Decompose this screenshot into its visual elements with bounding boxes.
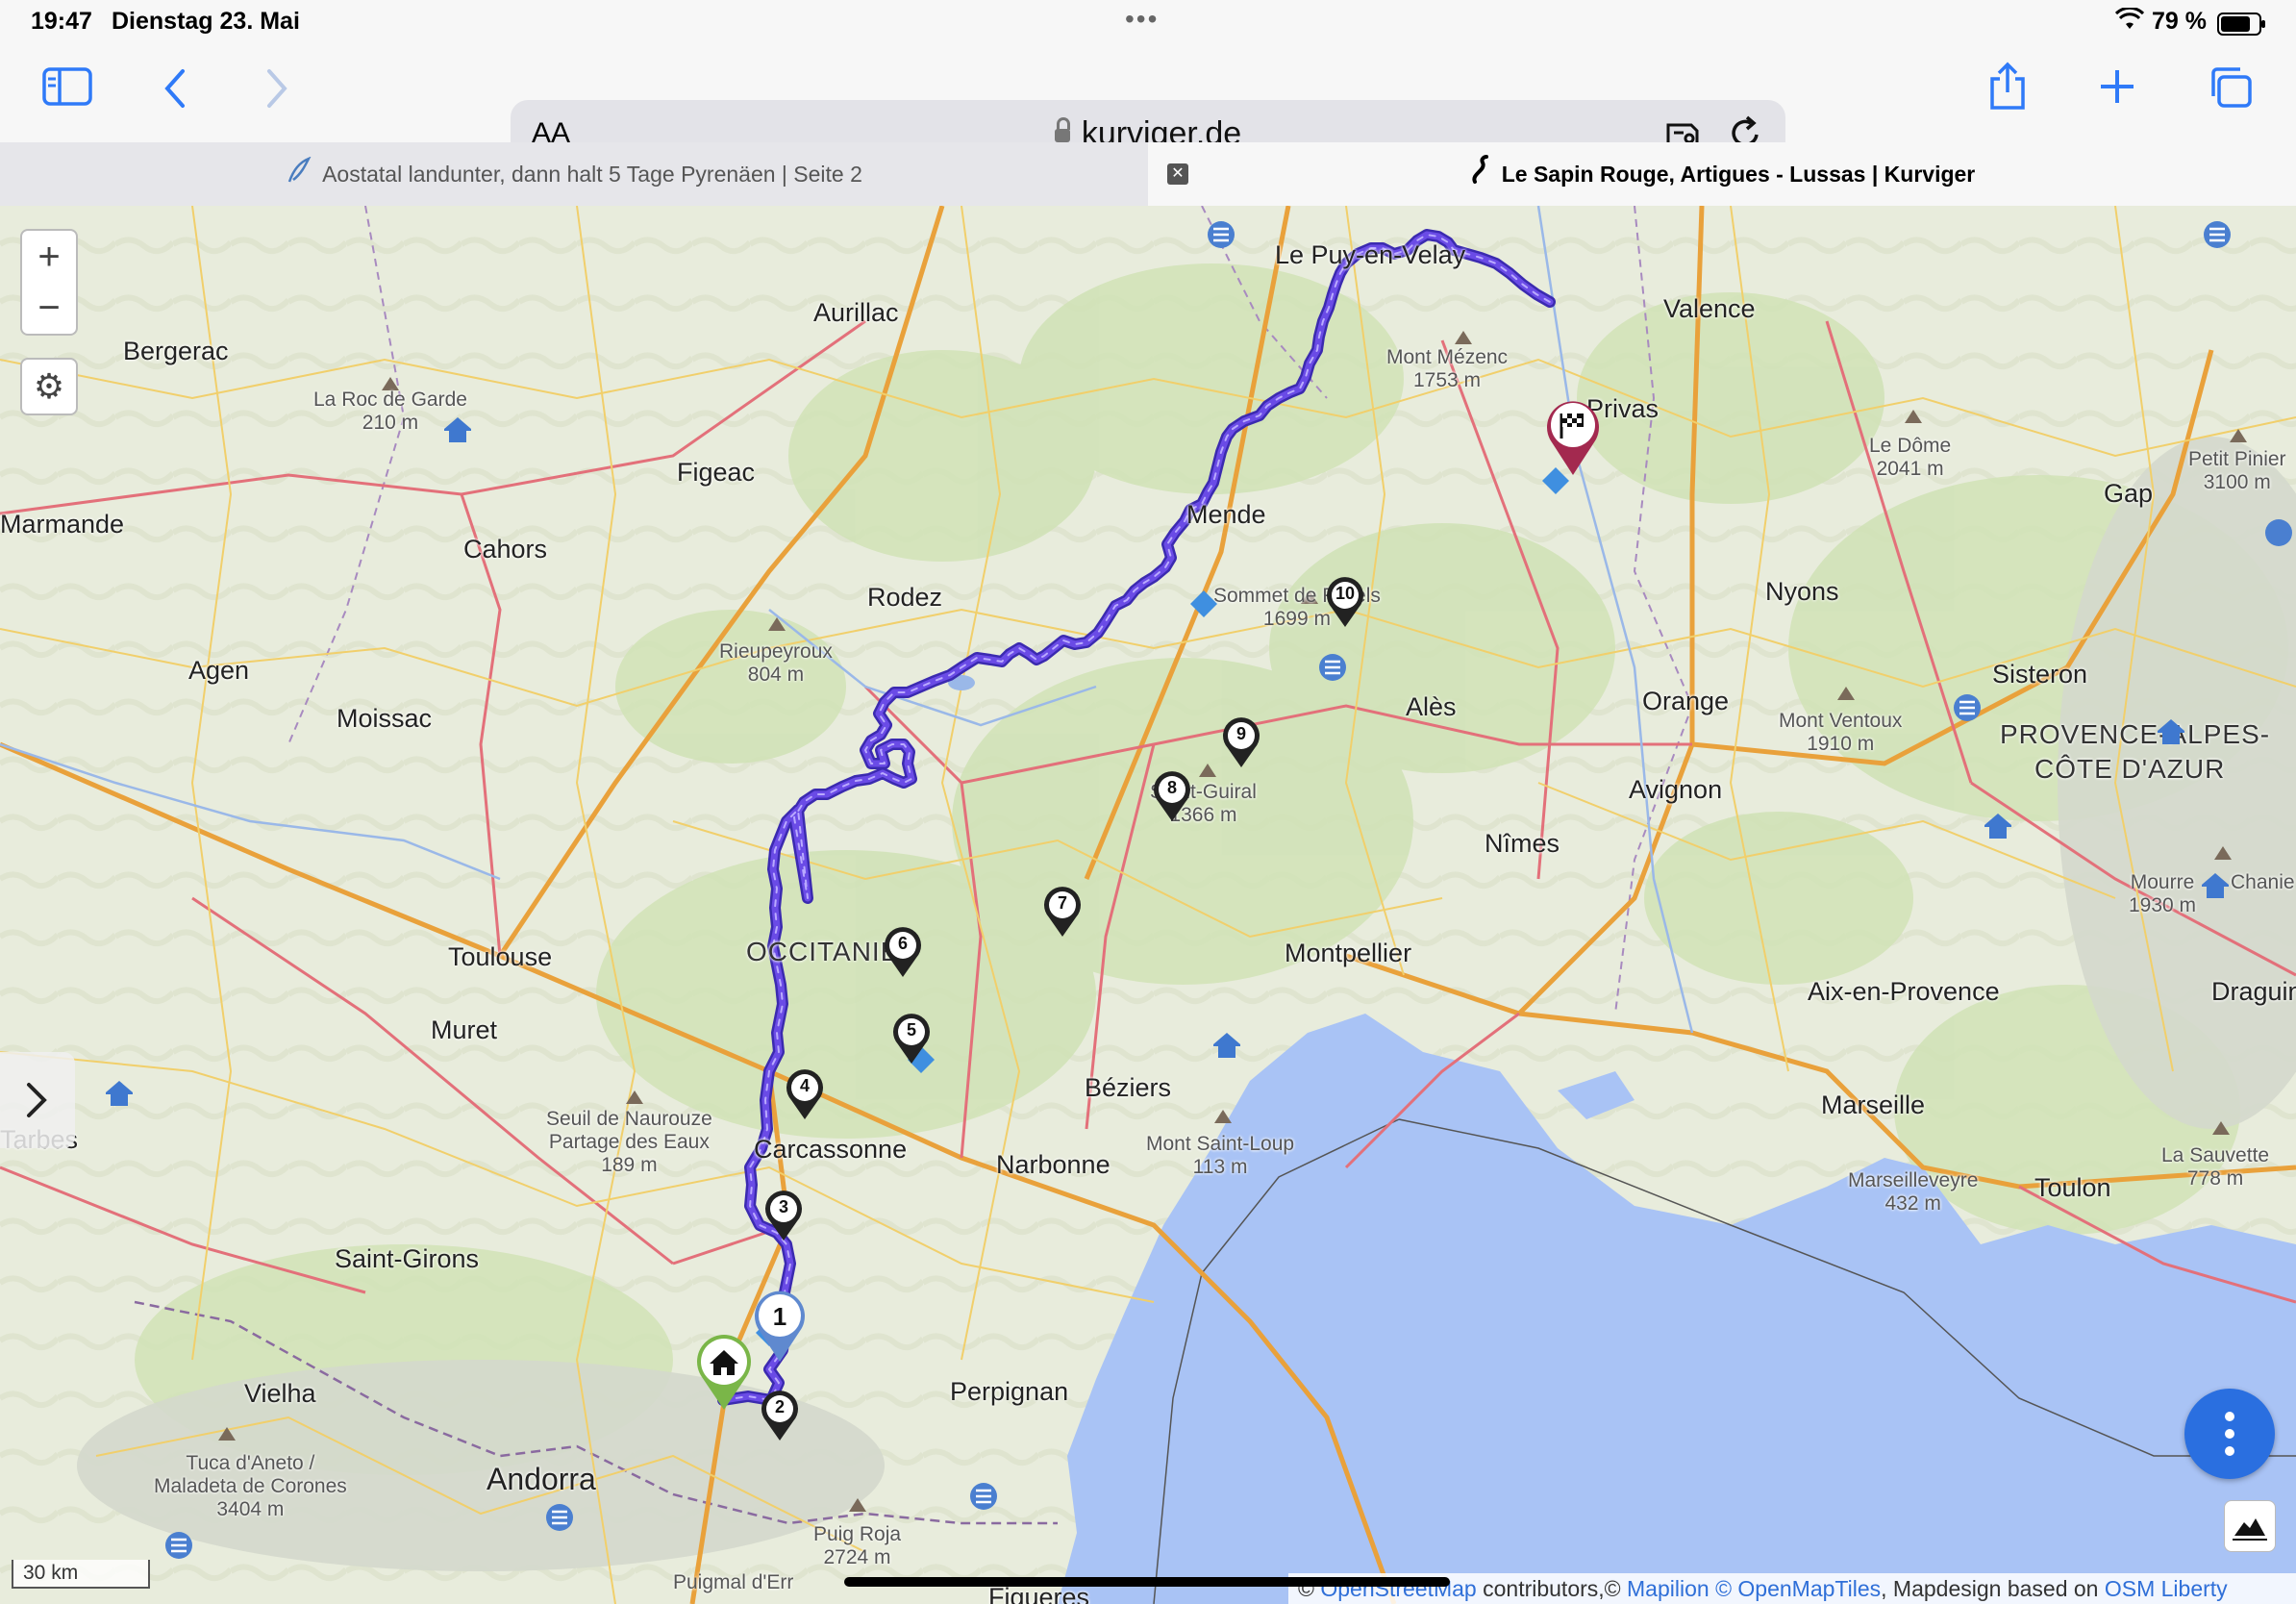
tab-forum[interactable]: Aostatal landunter, dann halt 5 Tage Pyr… xyxy=(0,142,1148,206)
map-view[interactable]: Le Puy-en-Velay Valence Bergerac Aurilla… xyxy=(0,206,2296,1604)
gear-icon: ⚙ xyxy=(33,366,65,406)
waypoint-2-marker[interactable]: 2 xyxy=(759,1389,801,1442)
status-time: 19:47 xyxy=(31,8,92,35)
close-tab-icon[interactable]: ✕ xyxy=(1167,163,1188,185)
kurviger-tab-icon xyxy=(1469,144,1492,208)
forward-icon[interactable] xyxy=(263,67,290,114)
battery-icon xyxy=(2217,13,2265,36)
attrib-contributors: contributors,© xyxy=(1476,1576,1628,1601)
mountain-icon xyxy=(2233,1518,2267,1541)
waypoint-2-label: 2 xyxy=(774,1397,785,1416)
attrib-design: , Mapdesign based on xyxy=(1881,1576,2105,1601)
waypoint-5-marker[interactable]: 5 xyxy=(890,1012,933,1065)
status-date: Dienstag 23. Mai xyxy=(112,8,300,35)
multitask-dots-icon[interactable]: ••• xyxy=(1125,4,1159,35)
waypoint-layer xyxy=(0,206,2296,1604)
share-icon[interactable] xyxy=(1986,62,2029,116)
mapilion-link[interactable]: Mapilion xyxy=(1627,1576,1710,1601)
openmaptiles-link[interactable]: © OpenMapTiles xyxy=(1715,1576,1881,1601)
waypoint-1-label: 1 xyxy=(773,1302,786,1331)
waypoint-6-label: 6 xyxy=(897,934,908,953)
new-tab-icon[interactable] xyxy=(2098,67,2136,111)
map-scale: 30 km xyxy=(12,1560,150,1589)
back-icon[interactable] xyxy=(162,67,188,114)
tab-forum-label: Aostatal landunter, dann halt 5 Tage Pyr… xyxy=(322,162,862,187)
tab-kurviger[interactable]: ✕ Le Sapin Rouge, Artigues - Lussas | Ku… xyxy=(1148,142,2296,206)
tabs-overview-icon[interactable] xyxy=(2208,65,2254,114)
chevron-right-icon xyxy=(27,1083,47,1117)
waypoint-7-marker[interactable]: 7 xyxy=(1041,885,1084,939)
waypoint-1-marker[interactable]: 1 xyxy=(750,1285,810,1364)
waypoint-5-label: 5 xyxy=(906,1020,916,1040)
battery-percent: 79 % xyxy=(2152,8,2207,35)
more-options-button[interactable] xyxy=(2184,1389,2275,1479)
waypoint-6-marker[interactable]: 6 xyxy=(882,925,924,979)
osm-liberty-link[interactable]: OSM Liberty xyxy=(2105,1576,2228,1601)
waypoint-8-label: 8 xyxy=(1166,778,1177,797)
wifi-icon xyxy=(2114,6,2145,38)
tab-bar: Aostatal landunter, dann halt 5 Tage Pyr… xyxy=(0,142,2296,207)
waypoint-8-marker[interactable]: 8 xyxy=(1151,769,1193,823)
waypoint-3-marker[interactable]: 3 xyxy=(762,1189,805,1242)
forum-tab-icon xyxy=(286,144,312,208)
open-panel-button[interactable] xyxy=(0,1052,75,1148)
waypoint-10-label: 10 xyxy=(1335,584,1356,603)
finish-marker[interactable] xyxy=(1542,394,1604,477)
waypoint-9-marker[interactable]: 9 xyxy=(1220,715,1262,769)
waypoint-4-marker[interactable]: 4 xyxy=(784,1067,826,1121)
map-settings-button[interactable]: ⚙ xyxy=(20,358,78,415)
elevation-profile-button[interactable] xyxy=(2224,1500,2276,1552)
browser-toolbar: AA kurviger.de xyxy=(0,46,2296,167)
waypoint-10-marker[interactable]: 10 xyxy=(1324,575,1366,629)
waypoint-9-label: 9 xyxy=(1235,724,1246,743)
zoom-out-button[interactable]: − xyxy=(20,282,78,336)
lock-icon xyxy=(1054,117,1070,142)
status-bar: 19:47 Dienstag 23. Mai ••• 79 % xyxy=(0,0,2296,46)
waypoint-3-label: 3 xyxy=(778,1197,788,1216)
tab-kurviger-label: Le Sapin Rouge, Artigues - Lussas | Kurv… xyxy=(1501,162,1976,187)
zoom-in-button[interactable]: + xyxy=(20,229,78,285)
start-marker[interactable] xyxy=(692,1329,756,1412)
home-indicator[interactable] xyxy=(844,1577,1450,1587)
waypoint-7-label: 7 xyxy=(1057,893,1067,913)
waypoint-4-label: 4 xyxy=(799,1076,810,1095)
sidebar-icon[interactable] xyxy=(42,67,92,111)
